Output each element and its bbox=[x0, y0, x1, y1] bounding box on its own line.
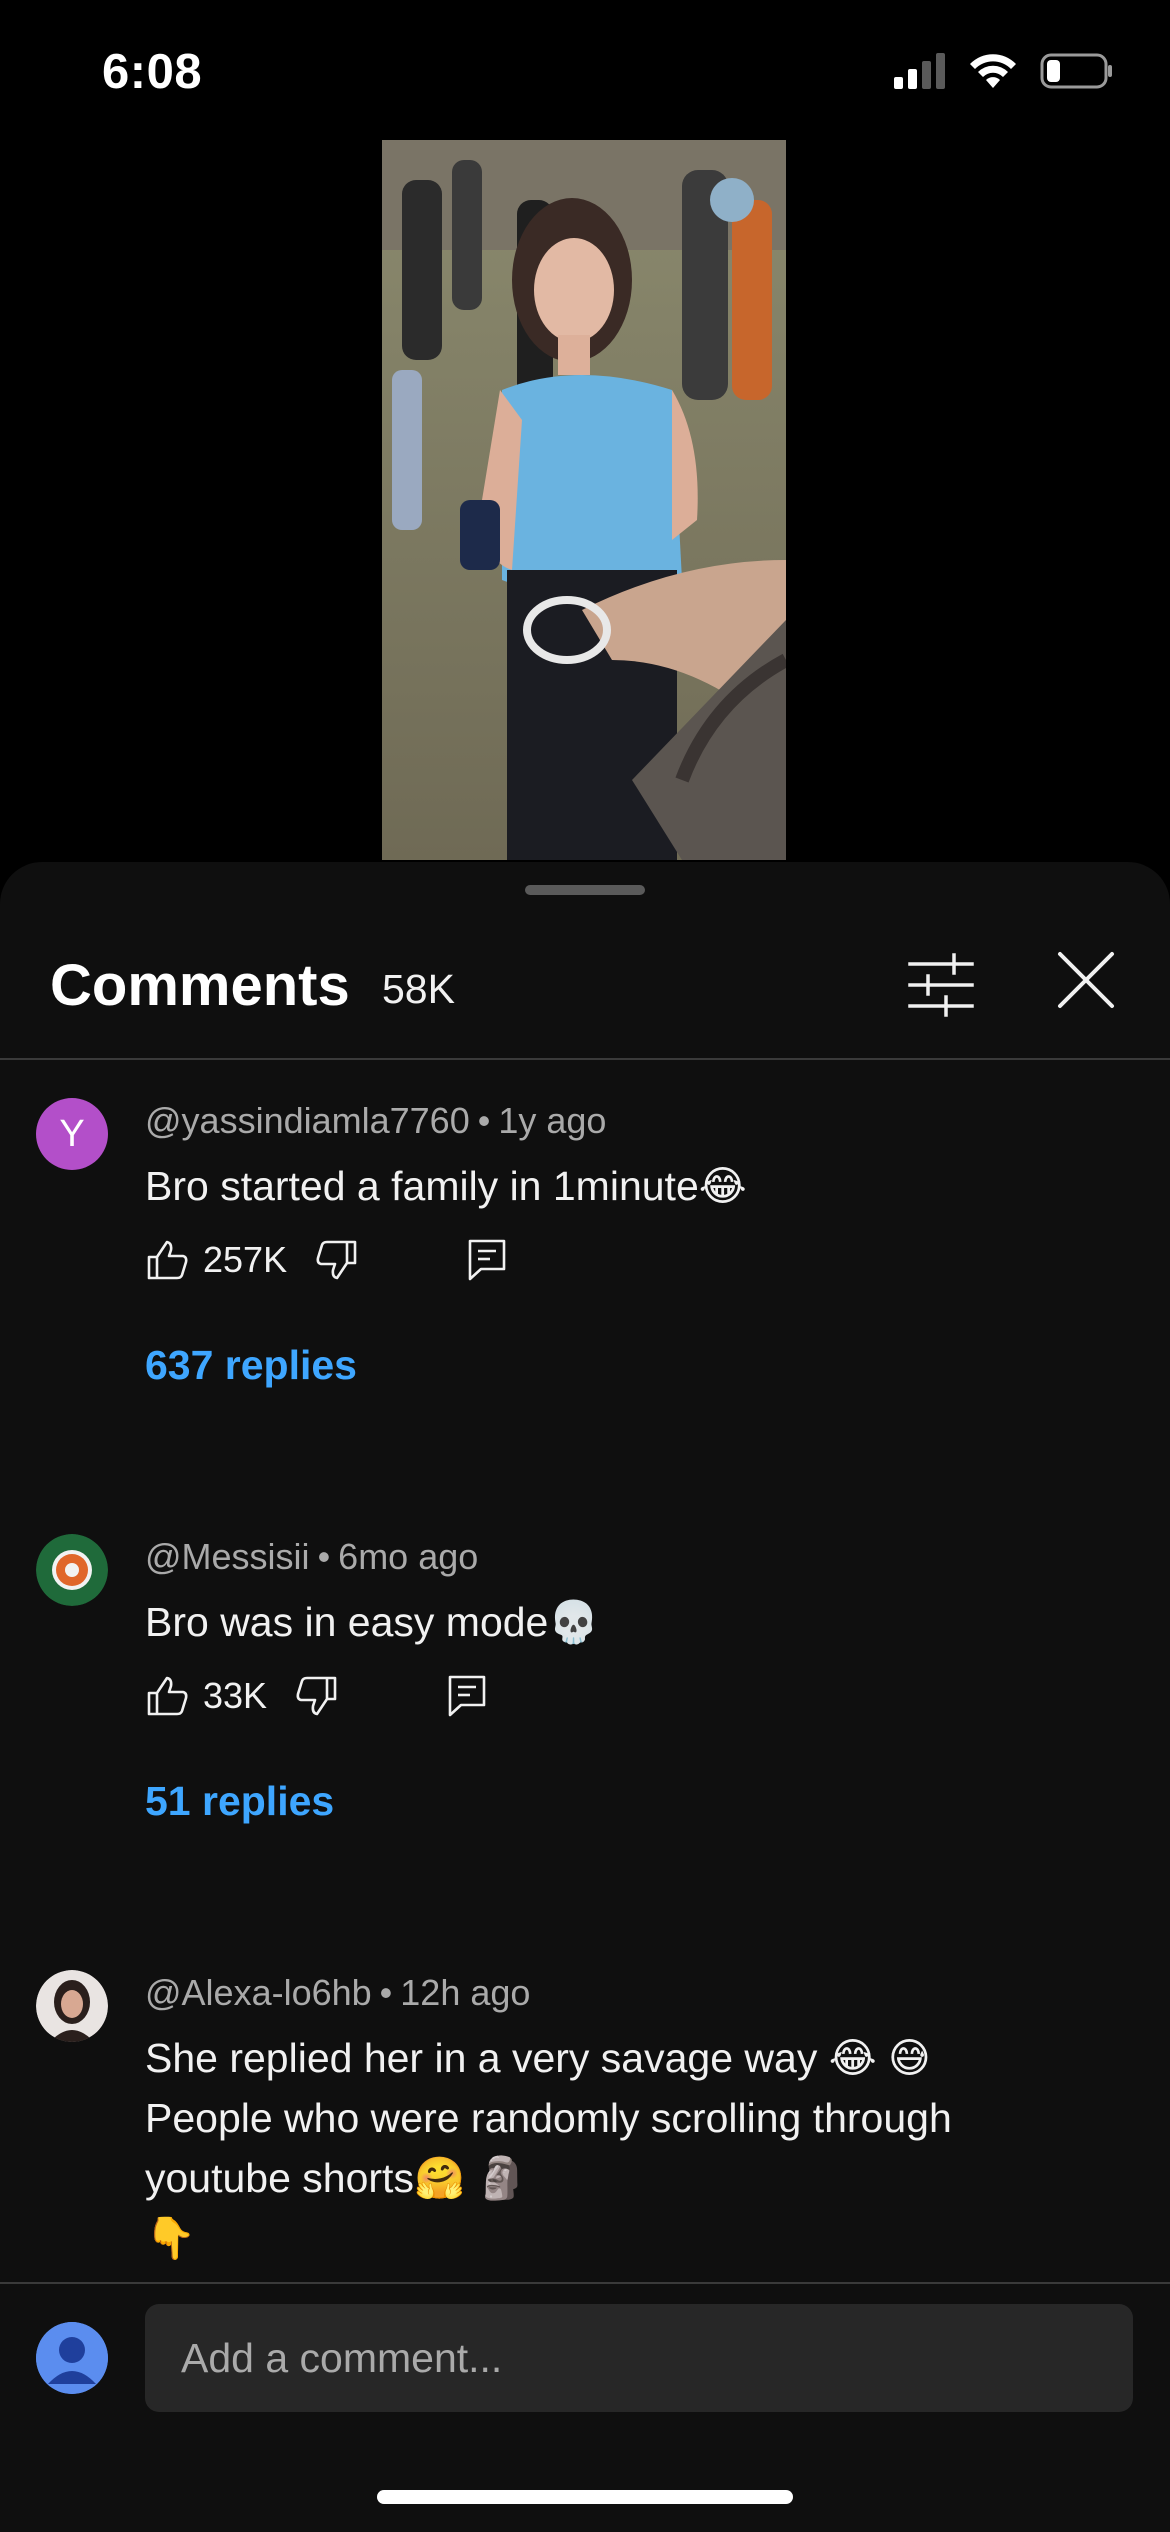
home-indicator bbox=[377, 2490, 793, 2504]
comment-text: Bro was in easy mode💀 bbox=[145, 1599, 600, 1645]
like-button[interactable] bbox=[145, 1674, 189, 1718]
comment-text-line: 👇 bbox=[145, 2215, 197, 2261]
drag-handle[interactable] bbox=[525, 885, 645, 895]
avatar[interactable]: Y bbox=[36, 1098, 108, 1170]
thumbs-up-icon bbox=[147, 1676, 188, 1716]
replies-link[interactable]: 51 replies bbox=[145, 1778, 334, 1825]
close-button[interactable] bbox=[1054, 948, 1118, 1012]
comments-header: Comments 58K bbox=[0, 952, 1170, 1062]
close-icon bbox=[1058, 952, 1114, 1008]
comment-text-line: People who were randomly scrolling throu… bbox=[145, 2095, 952, 2141]
reply-icon bbox=[468, 1239, 506, 1281]
comment-text: She replied her in a very savage way 😂 😅… bbox=[145, 2028, 1125, 2268]
comment-input[interactable] bbox=[145, 2304, 1133, 2412]
comment-author[interactable]: @yassindiamla7760 bbox=[145, 1100, 470, 1141]
like-count: 33K bbox=[203, 1675, 268, 1716]
avatar[interactable] bbox=[36, 1534, 108, 1606]
comment-text: Bro started a family in 1minute😂 bbox=[145, 1163, 747, 1209]
comment-text-line: She replied her in a very savage way 😂 😅 bbox=[145, 2035, 931, 2081]
dislike-button[interactable] bbox=[315, 1238, 359, 1282]
reply-button[interactable] bbox=[447, 1674, 487, 1718]
comment-author[interactable]: @Alexa-lo6hb bbox=[145, 1972, 372, 2013]
comment-time: 6mo ago bbox=[338, 1536, 479, 1577]
avatar[interactable] bbox=[36, 1970, 108, 2042]
user-avatar[interactable] bbox=[36, 2322, 108, 2394]
sort-filter-button[interactable] bbox=[906, 950, 976, 1020]
comment-time: 12h ago bbox=[400, 1972, 531, 2013]
reply-button[interactable] bbox=[467, 1238, 507, 1282]
comment-actions: 33K bbox=[145, 1674, 487, 1718]
header-divider bbox=[0, 1058, 1170, 1060]
video-player[interactable] bbox=[0, 140, 1170, 860]
reply-icon bbox=[448, 1675, 486, 1717]
comment-meta: @Messisii • 6mo ago bbox=[145, 1536, 479, 1577]
video-thumbnail[interactable] bbox=[382, 140, 786, 860]
comment-meta: @Alexa-lo6hb • 12h ago bbox=[145, 1972, 531, 2013]
like-button[interactable] bbox=[145, 1238, 189, 1282]
battery-icon bbox=[1040, 53, 1112, 89]
comment-meta: @yassindiamla7760 • 1y ago bbox=[145, 1100, 607, 1141]
status-icons bbox=[894, 52, 1114, 90]
comment-time: 1y ago bbox=[498, 1100, 607, 1141]
dislike-button[interactable] bbox=[295, 1674, 339, 1718]
comments-title: Comments bbox=[50, 953, 350, 1018]
wifi-icon bbox=[970, 54, 1016, 88]
comment-text-line: youtube shorts🤗 🗿 bbox=[145, 2155, 528, 2201]
thumbs-down-icon bbox=[316, 1240, 357, 1280]
comment-author[interactable]: @Messisii bbox=[145, 1536, 310, 1577]
status-time: 6:08 bbox=[102, 45, 203, 99]
thumbs-up-icon bbox=[147, 1240, 188, 1280]
cellular-signal-icon bbox=[894, 53, 945, 89]
user-icon bbox=[36, 2322, 108, 2394]
thumbs-down-icon bbox=[296, 1676, 337, 1716]
sliders-icon bbox=[908, 953, 974, 1017]
like-count: 257K bbox=[203, 1239, 288, 1280]
replies-link[interactable]: 637 replies bbox=[145, 1342, 357, 1389]
comments-count: 58K bbox=[382, 966, 455, 1012]
comment-actions: 257K bbox=[145, 1238, 507, 1282]
status-bar: 6:08 bbox=[0, 0, 1170, 140]
